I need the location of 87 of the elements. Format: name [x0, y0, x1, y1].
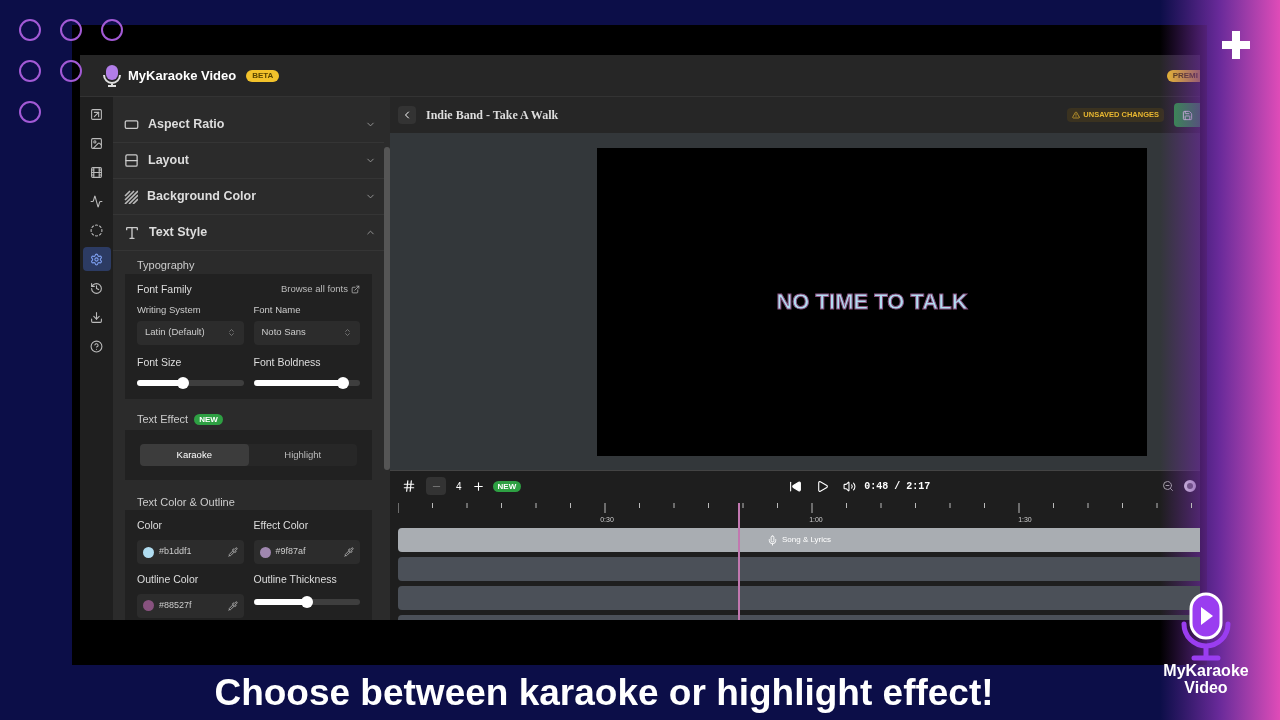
history-icon	[90, 281, 103, 295]
dashed-circle-icon	[90, 223, 103, 237]
field-label: Writing System	[137, 303, 202, 318]
field-label: Font Family	[137, 281, 192, 297]
plus-icon	[1222, 31, 1250, 59]
field-label: Font Size	[137, 354, 183, 370]
new-badge: NEW	[194, 414, 223, 425]
download-icon	[90, 310, 103, 324]
microphone-logo-icon	[1180, 592, 1232, 662]
zoom-slider-thumb[interactable]	[1184, 480, 1196, 492]
share-icon	[90, 107, 103, 121]
effect-tab[interactable]: Highlight	[248, 443, 357, 466]
select-field[interactable]: Noto Sans	[253, 320, 360, 345]
hatch-icon	[124, 189, 138, 204]
back-button[interactable]	[398, 106, 416, 124]
group-title: Typography	[136, 258, 196, 273]
track-count: 4	[456, 479, 462, 494]
group-title: Text Color & Outline	[136, 494, 236, 510]
caption: Choose between karaoke or highlight effect!	[214, 670, 994, 715]
grid-icon[interactable]	[402, 479, 416, 493]
slider-thumb[interactable]	[300, 595, 313, 608]
playhead[interactable]	[738, 503, 741, 620]
section-header[interactable]: Aspect Ratio	[113, 107, 384, 143]
save-button[interactable]	[1174, 103, 1200, 127]
color-value: #9f87af	[275, 545, 307, 559]
app-name: MyKaraoke Video	[128, 66, 237, 85]
volume-icon[interactable]	[843, 479, 857, 493]
film-icon	[90, 165, 103, 179]
field-label: Outline Color	[137, 572, 200, 587]
waveform-icon	[90, 194, 103, 208]
image-icon	[90, 136, 103, 150]
play-icon[interactable]	[816, 479, 830, 493]
field-label: Font Name	[253, 303, 302, 318]
slider[interactable]	[253, 595, 360, 608]
zoom-out-icon[interactable]	[1162, 480, 1174, 492]
empty-track[interactable]	[398, 557, 1200, 581]
effect-tab[interactable]: Karaoke	[140, 443, 249, 466]
layout-icon	[124, 153, 139, 168]
beta-badge: BETA	[246, 69, 280, 82]
color-field[interactable]: #9f87af	[253, 540, 360, 564]
brand-name: MyKaraoke Video	[1163, 662, 1249, 696]
plan-badge: PREMI	[1166, 69, 1200, 82]
slider-thumb[interactable]	[176, 377, 189, 390]
sort-arrows-icon	[226, 328, 236, 337]
increase-button[interactable]	[471, 479, 485, 493]
group-title: Text Effect	[137, 412, 189, 428]
plus-icon	[471, 479, 485, 493]
color-value: #88527f	[159, 599, 193, 612]
field-label: Font Boldness	[253, 354, 322, 370]
section-header[interactable]: Layout	[113, 143, 384, 179]
select-field[interactable]: Latin (Default)	[137, 320, 244, 345]
section-title: Text Style	[149, 224, 209, 242]
section-header[interactable]: Text Style	[113, 215, 384, 251]
project-title: Indie Band - Take A Walk	[426, 107, 560, 124]
slider[interactable]	[253, 377, 360, 390]
eyedropper-icon	[344, 547, 354, 557]
new-badge: NEW	[492, 480, 522, 492]
save-icon	[1181, 109, 1193, 121]
field-label: Color	[137, 518, 164, 534]
rail-button[interactable]	[82, 247, 111, 271]
section-header[interactable]: Background Color	[113, 179, 384, 215]
eyedropper-icon	[227, 600, 238, 611]
sort-arrows-icon	[343, 328, 352, 337]
color-field[interactable]: #b1ddf1	[137, 540, 244, 564]
microphone-icon	[766, 534, 778, 546]
microphone-logo-icon	[102, 63, 122, 88]
playback-time: 0:48 / 2:17	[864, 479, 931, 494]
empty-track[interactable]	[398, 586, 1200, 610]
section-title: Layout	[148, 152, 190, 170]
section-title: Aspect Ratio	[148, 116, 226, 134]
field-label: Effect Color	[253, 518, 310, 534]
slider-thumb[interactable]	[336, 377, 349, 390]
section-title: Background Color	[147, 188, 258, 206]
external-link-icon	[351, 284, 360, 294]
color-field[interactable]: #88527f	[137, 593, 244, 618]
text-icon	[124, 224, 140, 241]
warning-icon	[1072, 111, 1081, 119]
lyric-text: NO TIME TO TALK	[776, 288, 968, 316]
color-value: #b1ddf1	[159, 545, 193, 559]
aspect-ratio-icon	[124, 117, 139, 132]
skip-back-icon[interactable]	[789, 479, 803, 493]
gear-icon	[90, 252, 103, 266]
slider[interactable]	[137, 377, 244, 390]
field-label: Outline Thickness	[253, 572, 338, 587]
help-icon	[90, 339, 103, 353]
browse-fonts-link[interactable]: Browse all fonts	[280, 282, 360, 297]
eyedropper-icon	[227, 547, 238, 557]
